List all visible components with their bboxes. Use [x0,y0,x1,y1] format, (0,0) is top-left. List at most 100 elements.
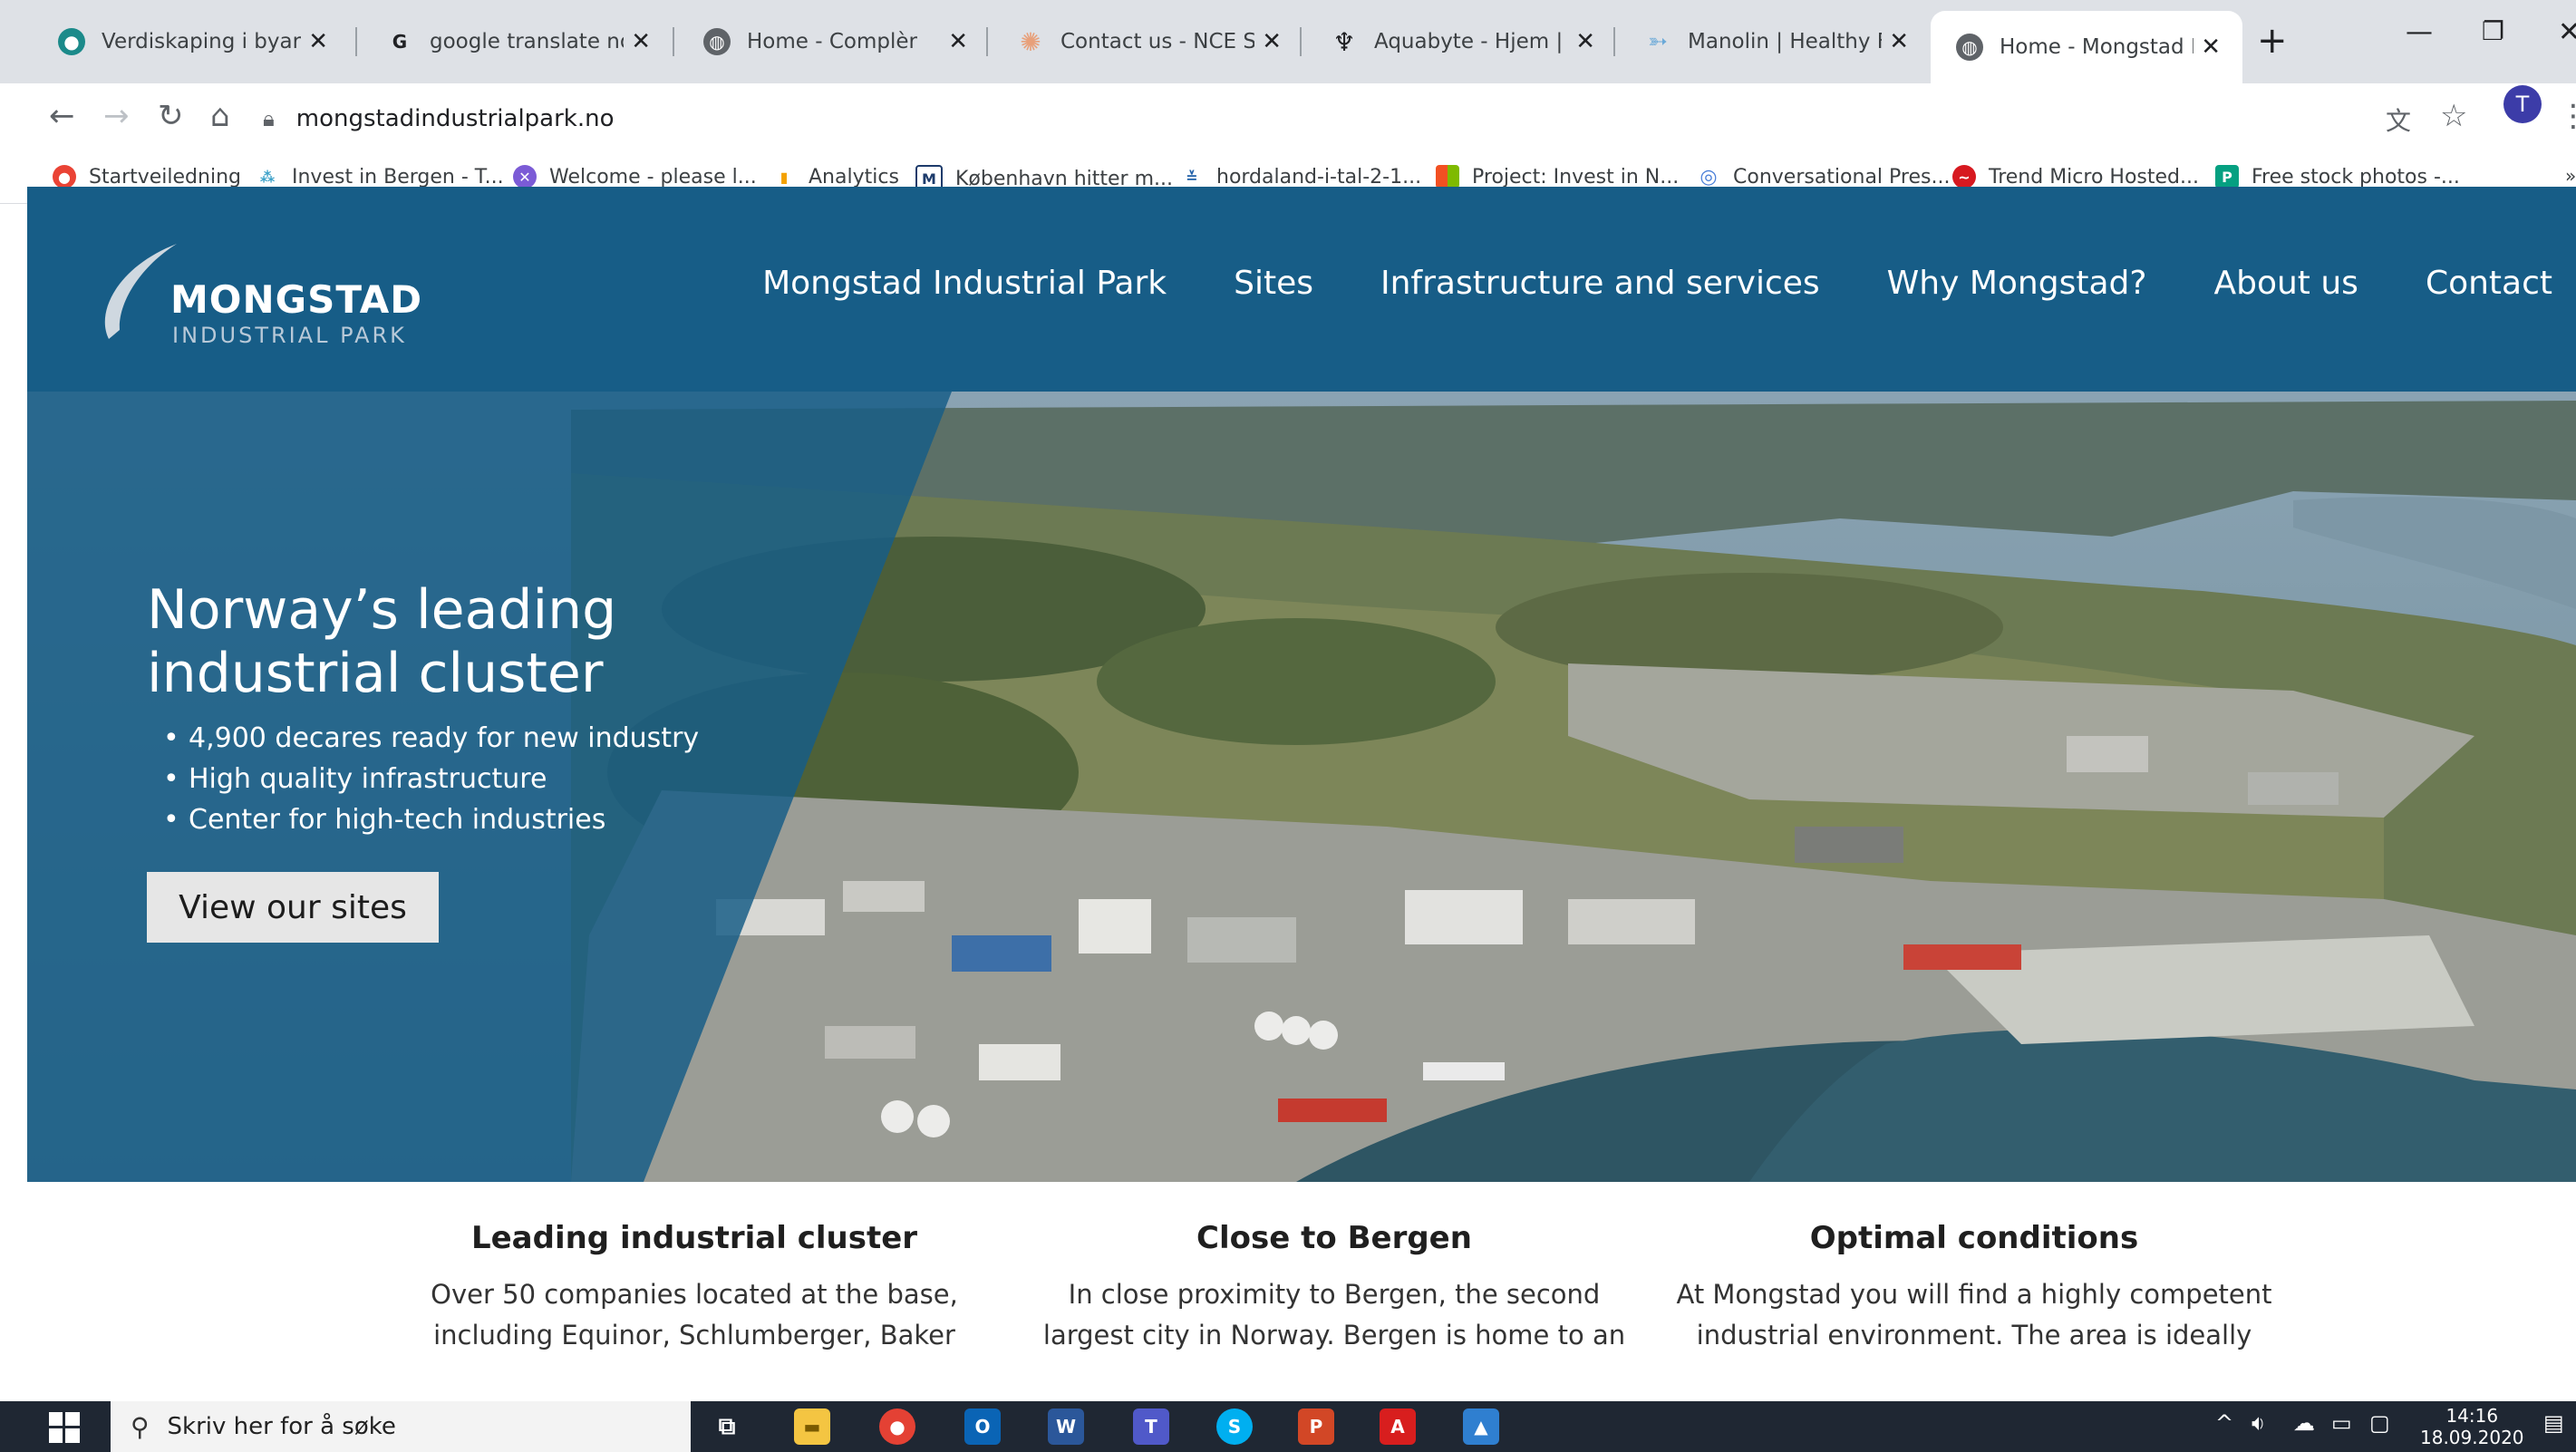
close-tab-icon[interactable]: ✕ [1575,28,1595,55]
lock-icon: 🔒︎ [263,106,275,131]
bookmark-trend-micro[interactable]: ~ Trend Micro Hosted... [1952,165,2199,189]
tab-mongstad-active[interactable]: ◍ Home - Mongstad Indu ✕ [1931,11,2242,83]
hero-bullet: 4,900 decares ready for new industry [163,718,699,759]
close-tab-icon[interactable]: ✕ [2201,34,2221,61]
bookmark-invest-in-bergen[interactable]: ⁂ Invest in Bergen - T... [256,165,504,189]
bookmark-project-invest[interactable]: Project: Invest in N... [1436,165,1679,189]
reload-icon[interactable]: ↻ [158,98,184,134]
tab-separator [986,27,988,56]
bookmark-free-stock-photos[interactable]: P Free stock photos -... [2215,165,2460,189]
acrobat-icon[interactable]: A [1380,1408,1416,1445]
taskbar-clock[interactable]: 14:16 18.09.2020 [2420,1405,2524,1448]
nav-mongstad-industrial-park[interactable]: Mongstad Industrial Park [762,265,1167,302]
tab-contact-nce[interactable]: ✺ Contact us - NCE Seafo ✕ [992,11,1303,73]
speaker-icon[interactable]: 🔉︎ [2252,1410,2265,1436]
site-logo[interactable]: MONGSTAD INDUSTRIAL PARK [91,239,421,348]
close-tab-icon[interactable]: ✕ [1889,28,1909,55]
feature-leading-cluster: Leading industrial cluster Over 50 compa… [386,1220,1002,1356]
address-bar[interactable]: 🔒︎ mongstadindustrialpark.no [263,92,2366,145]
hero-bullet-list: 4,900 decares ready for new industry Hig… [163,718,699,840]
profile-avatar[interactable]: T [2503,85,2542,123]
word-icon[interactable]: W [1048,1408,1084,1445]
hero-section: Norway’s leading industrial cluster 4,90… [27,392,2576,1182]
feature-text: Over 50 companies located at the base, in… [431,1279,958,1350]
nav-contact[interactable]: Contact [2426,265,2552,302]
site-header: MONGSTAD INDUSTRIAL PARK Mongstad Indust… [27,187,2576,392]
main-navigation: Mongstad Industrial Park Sites Infrastru… [762,265,2576,302]
view-our-sites-button[interactable]: View our sites [147,872,439,943]
nav-about-us[interactable]: About us [2213,265,2358,302]
bookmark-startveiledning[interactable]: ● Startveiledning [53,165,241,189]
powerpoint-icon[interactable]: P [1298,1408,1334,1445]
trend-micro-icon: ~ [1952,165,1976,189]
globe-colored-icon: ● [58,28,85,55]
taskbar-search-box[interactable]: ⚲ Skriv her for å søke [111,1401,691,1452]
url-text: mongstadindustrialpark.no [295,105,615,132]
nav-why-mongstad[interactable]: Why Mongstad? [1887,265,2147,302]
nav-sites[interactable]: Sites [1234,265,1313,302]
feature-optimal-conditions: Optimal conditions At Mongstad you will … [1666,1220,2282,1356]
logo-subtitle: INDUSTRIAL PARK [172,323,407,348]
pexels-icon: P [2215,165,2239,189]
close-tab-icon[interactable]: ✕ [308,28,328,55]
tab-manolin[interactable]: ➳ Manolin | Healthy Farm ✕ [1619,11,1931,73]
tab-verdiskaping[interactable]: ● Verdiskaping i byar og ✕ [33,11,350,73]
minimize-icon[interactable]: — [2406,16,2433,48]
globe-icon: ◍ [703,28,731,55]
tray-chevron-up-icon[interactable]: ^ [2215,1410,2233,1436]
home-icon[interactable]: ⌂ [210,98,230,134]
microsoft-grid-icon [1436,165,1459,189]
onedrive-icon[interactable]: ☁ [2293,1410,2315,1436]
bookmark-analytics[interactable]: ▮ Analytics [772,165,899,189]
nav-infrastructure-and-services[interactable]: Infrastructure and services [1380,265,1820,302]
chrome-icon: ● [53,165,76,189]
chevron-flag-icon: ≚ [1186,168,1198,186]
tab-separator [1613,27,1615,56]
chrome-taskbar-icon[interactable]: ● [879,1408,915,1445]
close-tab-icon[interactable]: ✕ [948,28,968,55]
purple-circle-icon: ✕ [513,165,537,189]
search-icon: ⚲ [131,1411,150,1442]
bookmark-welcome[interactable]: ✕ Welcome - please l... [513,165,757,189]
menu-kebab-icon[interactable]: ⋮ [2558,98,2576,134]
teams-icon[interactable]: T [1133,1408,1169,1445]
dots-icon: ⁂ [259,168,276,186]
windows-start-icon[interactable] [49,1412,80,1443]
new-tab-button[interactable]: + [2257,20,2288,62]
bookmark-conversational[interactable]: ◎ Conversational Pres... [1697,165,1950,189]
web-page: MONGSTAD INDUSTRIAL PARK Mongstad Indust… [27,187,2576,1401]
notifications-icon[interactable]: ▤ [2543,1410,2564,1436]
feature-title: Leading industrial cluster [470,1220,918,1256]
tab-google-translate[interactable]: G google translate norsk ✕ [361,11,673,73]
network-icon[interactable]: ▢ [2369,1410,2390,1436]
skype-icon[interactable]: S [1216,1408,1253,1445]
feature-title: Close to Bergen [1196,1220,1472,1256]
google-g-icon: G [392,31,408,53]
close-tab-icon[interactable]: ✕ [1262,28,1282,55]
bookmark-star-icon[interactable]: ☆ [2440,98,2467,134]
close-window-icon[interactable]: ✕ [2558,16,2576,48]
close-tab-icon[interactable]: ✕ [631,28,651,55]
back-arrow-icon[interactable]: ← [49,98,75,134]
task-view-icon[interactable]: ⧉ [709,1408,745,1445]
hero-title: Norway’s leading industrial cluster [147,578,617,705]
bookmark-hordaland[interactable]: ≚ hordaland-i-tal-2-1... [1180,165,1421,189]
battery-icon[interactable]: ▭ [2331,1410,2352,1436]
restore-icon[interactable]: ❐ [2482,16,2504,46]
photos-icon[interactable]: ▲ [1463,1408,1499,1445]
forward-arrow-icon[interactable]: → [103,98,130,134]
browser-tab-bar: ● Verdiskaping i byar og ✕ G google tran… [0,0,2576,83]
feature-text: In close proximity to Bergen, the second… [1042,1279,1626,1350]
ring-icon: ◎ [1700,165,1718,189]
hero-bullet: Center for high-tech industries [163,799,699,840]
translate-icon[interactable]: 文 [2386,102,2411,138]
bookmarks-overflow-icon[interactable]: » [2565,165,2576,187]
tab-aquabyte[interactable]: ♆ Aquabyte - Hjem | Aqu ✕ [1305,11,1617,73]
feature-close-to-bergen: Close to Bergen In close proximity to Be… [1026,1220,1642,1356]
file-explorer-icon[interactable]: ▬ [794,1408,830,1445]
tab-separator [673,27,674,56]
outlook-icon[interactable]: O [964,1408,1001,1445]
tab-home-complr[interactable]: ◍ Home - Complèr ✕ [678,11,990,73]
tab-separator [1300,27,1302,56]
feature-text: At Mongstad you will find a highly compe… [1676,1279,2272,1350]
